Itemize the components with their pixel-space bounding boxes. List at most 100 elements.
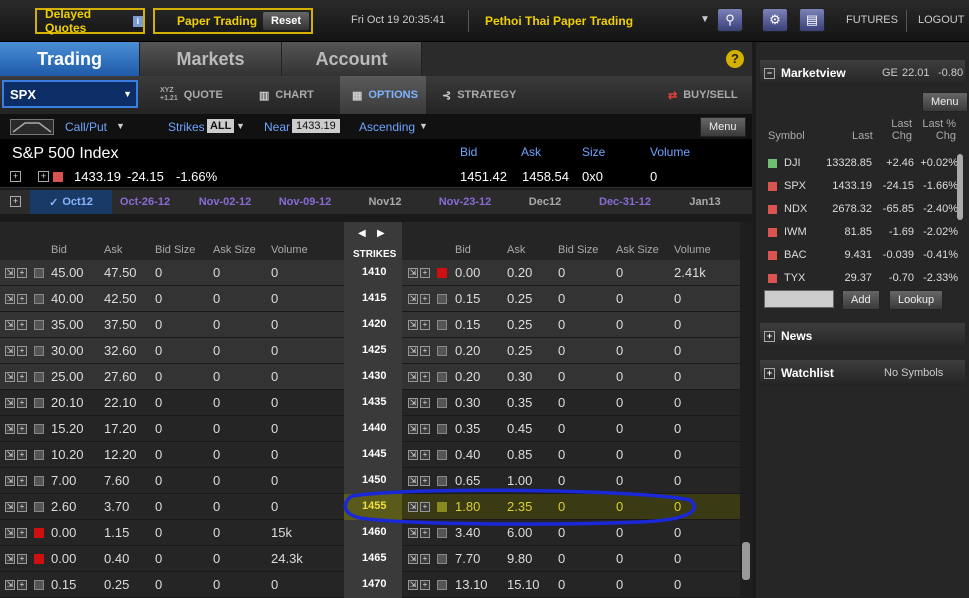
exp-tab[interactable]: Nov-23-12 (432, 190, 498, 214)
call-ask-size[interactable]: 0 (213, 265, 220, 280)
call-ask[interactable]: 42.50 (104, 291, 137, 306)
call-bid[interactable]: 35.00 (51, 317, 84, 332)
exp-tab[interactable]: Nov12 (352, 190, 418, 214)
symbol-input[interactable]: SPX ▼ (2, 80, 138, 108)
call-bid[interactable]: 30.00 (51, 343, 84, 358)
add-icon[interactable]: + (17, 528, 27, 538)
put-bid[interactable]: 0.35 (455, 421, 480, 436)
put-ask[interactable]: 1.00 (507, 473, 532, 488)
strikes-nav-left-icon[interactable]: ◀ (358, 228, 366, 239)
expand-icon[interactable]: + (10, 171, 21, 182)
trade-icon[interactable]: ⇲ (5, 398, 15, 408)
trade-icon[interactable]: ⇲ (5, 554, 15, 564)
put-ask[interactable]: 15.10 (507, 577, 540, 592)
call-volume[interactable]: 0 (271, 473, 278, 488)
call-volume[interactable]: 24.3k (271, 551, 303, 566)
tab-trading[interactable]: Trading (0, 42, 140, 76)
chevron-down-icon[interactable]: ▼ (116, 121, 125, 131)
call-ask[interactable]: 17.20 (104, 421, 137, 436)
table-row[interactable]: ⇲ + ⇲ +0.00 0.40 0 0 24.3k 7.70 9.80 0 0 0 1465 (0, 546, 740, 572)
expand-icon[interactable]: + (764, 367, 775, 379)
call-bid-size[interactable]: 0 (155, 447, 162, 462)
put-bid[interactable]: 0.15 (455, 317, 480, 332)
account-dropdown-icon[interactable]: ▼ (700, 14, 710, 25)
call-bid[interactable]: 0.15 (51, 577, 76, 592)
call-bid-size[interactable]: 0 (155, 421, 162, 436)
put-ask[interactable]: 0.25 (507, 317, 532, 332)
put-bid-size[interactable]: 0 (558, 343, 565, 358)
trade-icon[interactable]: ⇲ (5, 580, 15, 590)
add-icon[interactable]: + (420, 346, 430, 356)
trade-icon[interactable]: ⇲ (408, 554, 418, 564)
chart-button[interactable]: ▥ CHART (259, 76, 314, 114)
gear-icon[interactable]: ⚙ (762, 8, 788, 32)
marketview-menu-button[interactable]: Menu (922, 92, 968, 112)
put-volume[interactable]: 0 (674, 447, 681, 462)
add-icon[interactable]: + (17, 294, 27, 304)
add-icon[interactable]: + (420, 398, 430, 408)
put-bid-size[interactable]: 0 (558, 447, 565, 462)
put-bid[interactable]: 0.30 (455, 395, 480, 410)
table-row[interactable]: ⇲ + ⇲ +25.00 27.60 0 0 0 0.20 0.30 0 0 0 1430 (0, 364, 740, 390)
add-icon[interactable]: + (420, 320, 430, 330)
call-bid[interactable]: 40.00 (51, 291, 84, 306)
put-volume[interactable]: 0 (674, 395, 681, 410)
table-row[interactable]: ⇲ + ⇲ +30.00 32.60 0 0 0 0.20 0.25 0 0 0 1425 (0, 338, 740, 364)
add-icon[interactable]: + (17, 346, 27, 356)
add-icon[interactable]: + (420, 268, 430, 278)
put-volume[interactable]: 0 (674, 343, 681, 358)
put-volume[interactable]: 0 (674, 317, 681, 332)
trade-icon[interactable]: ⇲ (5, 320, 15, 330)
put-ask-size[interactable]: 0 (616, 291, 623, 306)
exp-tab[interactable]: Jan13 (672, 190, 738, 214)
call-bid-size[interactable]: 0 (155, 265, 162, 280)
put-ask[interactable]: 0.20 (507, 265, 532, 280)
trade-icon[interactable]: ⇲ (408, 346, 418, 356)
put-ask-size[interactable]: 0 (616, 343, 623, 358)
list-item[interactable]: IWM 81.85 -1.69 -2.02% (760, 221, 965, 243)
trade-icon[interactable]: ⇲ (408, 294, 418, 304)
mv-symbol-input[interactable] (764, 290, 834, 308)
call-bid[interactable]: 7.00 (51, 473, 76, 488)
call-ask-size[interactable]: 0 (213, 577, 220, 592)
put-bid[interactable]: 0.00 (455, 265, 480, 280)
trade-icon[interactable]: ⇲ (408, 372, 418, 382)
call-ask[interactable]: 37.50 (104, 317, 137, 332)
order-select[interactable]: Ascending (359, 120, 415, 134)
call-bid-size[interactable]: 0 (155, 577, 162, 592)
chain-scrollbar[interactable] (740, 222, 752, 598)
add-icon[interactable]: + (17, 502, 27, 512)
put-bid-size[interactable]: 0 (558, 317, 565, 332)
call-volume[interactable]: 0 (271, 577, 278, 592)
put-volume[interactable]: 0 (674, 369, 681, 384)
put-ask[interactable]: 0.45 (507, 421, 532, 436)
add-icon[interactable]: + (17, 268, 27, 278)
put-ask[interactable]: 0.25 (507, 343, 532, 358)
tab-account[interactable]: Account (282, 42, 422, 76)
put-bid-size[interactable]: 0 (558, 369, 565, 384)
option-view-icon[interactable] (10, 119, 54, 135)
list-item[interactable]: SPX 1433.19 -24.15 -1.66% (760, 175, 965, 197)
call-bid[interactable]: 0.00 (51, 525, 76, 540)
call-bid-size[interactable]: 0 (155, 551, 162, 566)
trade-icon[interactable]: ⇲ (5, 450, 15, 460)
trade-icon[interactable]: ⇲ (408, 424, 418, 434)
call-volume[interactable]: 0 (271, 421, 278, 436)
call-bid[interactable]: 25.00 (51, 369, 84, 384)
put-ask[interactable]: 0.30 (507, 369, 532, 384)
add-icon[interactable]: + (17, 398, 27, 408)
strikes-nav-right-icon[interactable]: ▶ (377, 228, 385, 239)
call-volume[interactable]: 0 (271, 499, 278, 514)
trade-icon[interactable]: ⇲ (5, 372, 15, 382)
list-item[interactable]: NDX 2678.32 -65.85 -2.40% (760, 198, 965, 220)
collapse-icon[interactable]: − (764, 67, 775, 79)
call-ask-size[interactable]: 0 (213, 551, 220, 566)
near-input[interactable]: 1433.19 (292, 119, 340, 133)
table-row[interactable]: ⇲ + ⇲ +45.00 47.50 0 0 0 0.00 0.20 0 0 2.41k 1410 (0, 260, 740, 286)
put-volume[interactable]: 0 (674, 551, 681, 566)
put-bid-size[interactable]: 0 (558, 551, 565, 566)
add-icon[interactable]: + (420, 424, 430, 434)
put-bid[interactable]: 0.65 (455, 473, 480, 488)
table-row[interactable]: ⇲ + ⇲ +35.00 37.50 0 0 0 0.15 0.25 0 0 0 1420 (0, 312, 740, 338)
trade-icon[interactable]: ⇲ (5, 294, 15, 304)
